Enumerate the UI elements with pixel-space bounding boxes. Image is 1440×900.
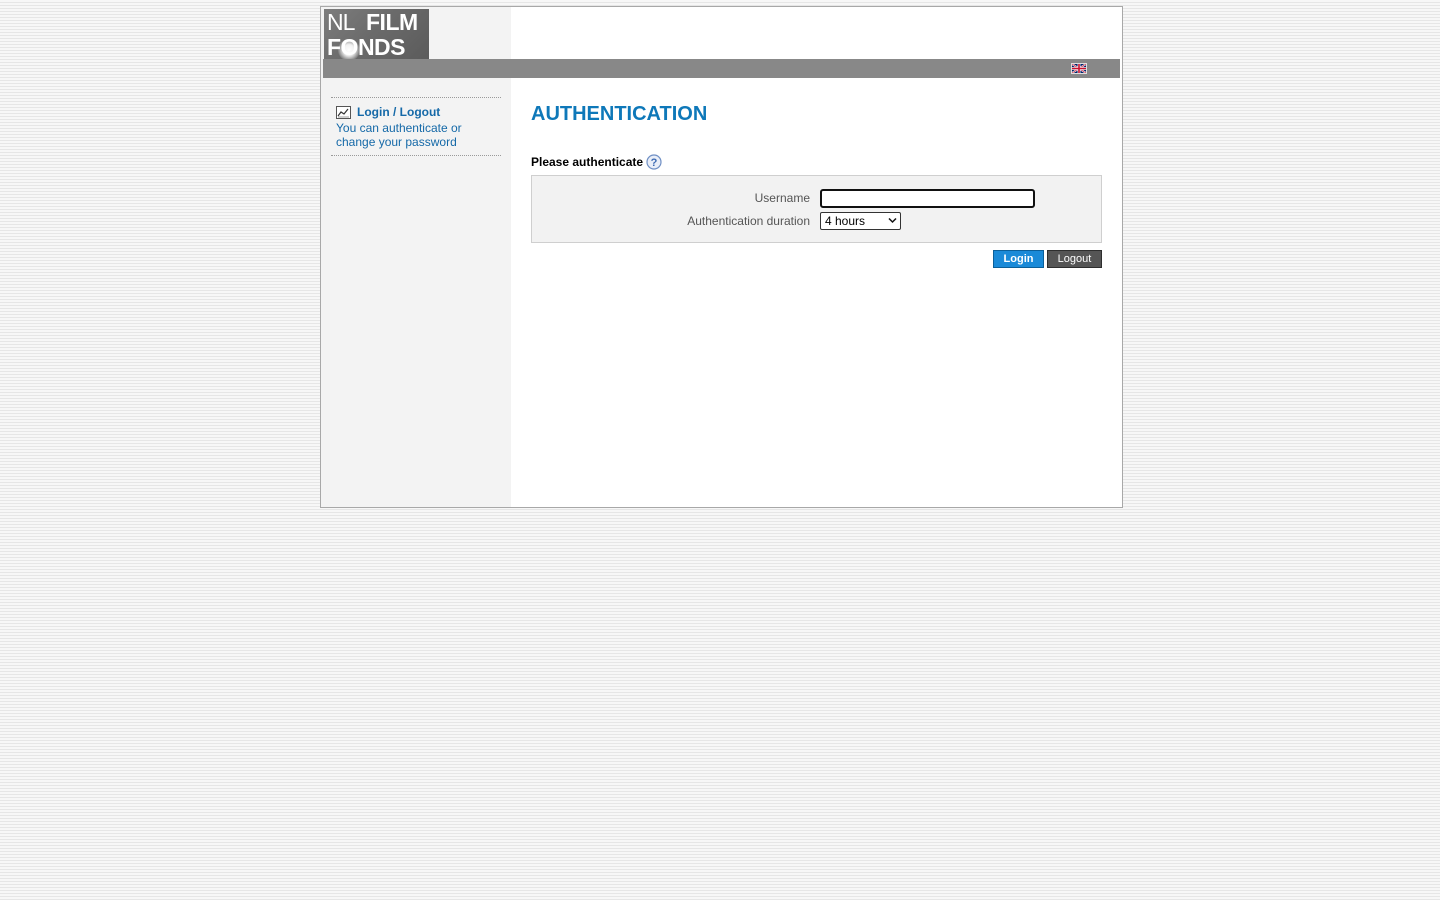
section-heading: Please authenticate: [531, 155, 644, 169]
chevron-down-icon: [888, 217, 897, 224]
svg-text:?: ?: [651, 157, 658, 169]
sidebar-item-login-logout[interactable]: Login / Logout You can authenticate or c…: [336, 104, 496, 149]
help-question-icon[interactable]: ?: [646, 154, 662, 170]
logo-text-fonds: FONDS: [327, 34, 406, 59]
page-title: AUTHENTICATION: [531, 103, 708, 125]
logout-button[interactable]: Logout: [1047, 250, 1102, 268]
nl-film-fonds-logo[interactable]: NL FILM FONDS: [324, 9, 429, 59]
login-button[interactable]: Login: [993, 250, 1044, 268]
section-heading-row: Please authenticate ?: [531, 154, 662, 170]
form-buttons: Login Logout: [993, 250, 1102, 268]
authentication-duration-label: Authentication duration: [687, 214, 810, 228]
uk-flag-icon[interactable]: [1071, 63, 1087, 74]
sidebar-item-title[interactable]: Login / Logout: [357, 105, 440, 119]
top-bar: [323, 59, 1120, 78]
sidebar-background: [321, 7, 511, 507]
logo-text-nl: NL: [327, 9, 355, 35]
authentication-duration-value: 4 hours: [825, 214, 866, 228]
authentication-duration-select[interactable]: 4 hours: [820, 212, 901, 230]
page-frame: NL FILM FONDS Login / Logout You can aut…: [320, 6, 1123, 508]
username-input[interactable]: [820, 189, 1035, 208]
main-content: AUTHENTICATION Please authenticate ? Use…: [531, 102, 1102, 268]
chart-line-icon: [336, 105, 351, 119]
sidebar-menu: Login / Logout You can authenticate or c…: [331, 97, 501, 156]
authentication-form: Username Authentication duration 4 hours: [531, 175, 1102, 243]
sidebar-item-description[interactable]: You can authenticate or change your pass…: [336, 121, 486, 149]
username-label: Username: [754, 191, 810, 205]
logo-text-film: FILM: [366, 9, 418, 35]
